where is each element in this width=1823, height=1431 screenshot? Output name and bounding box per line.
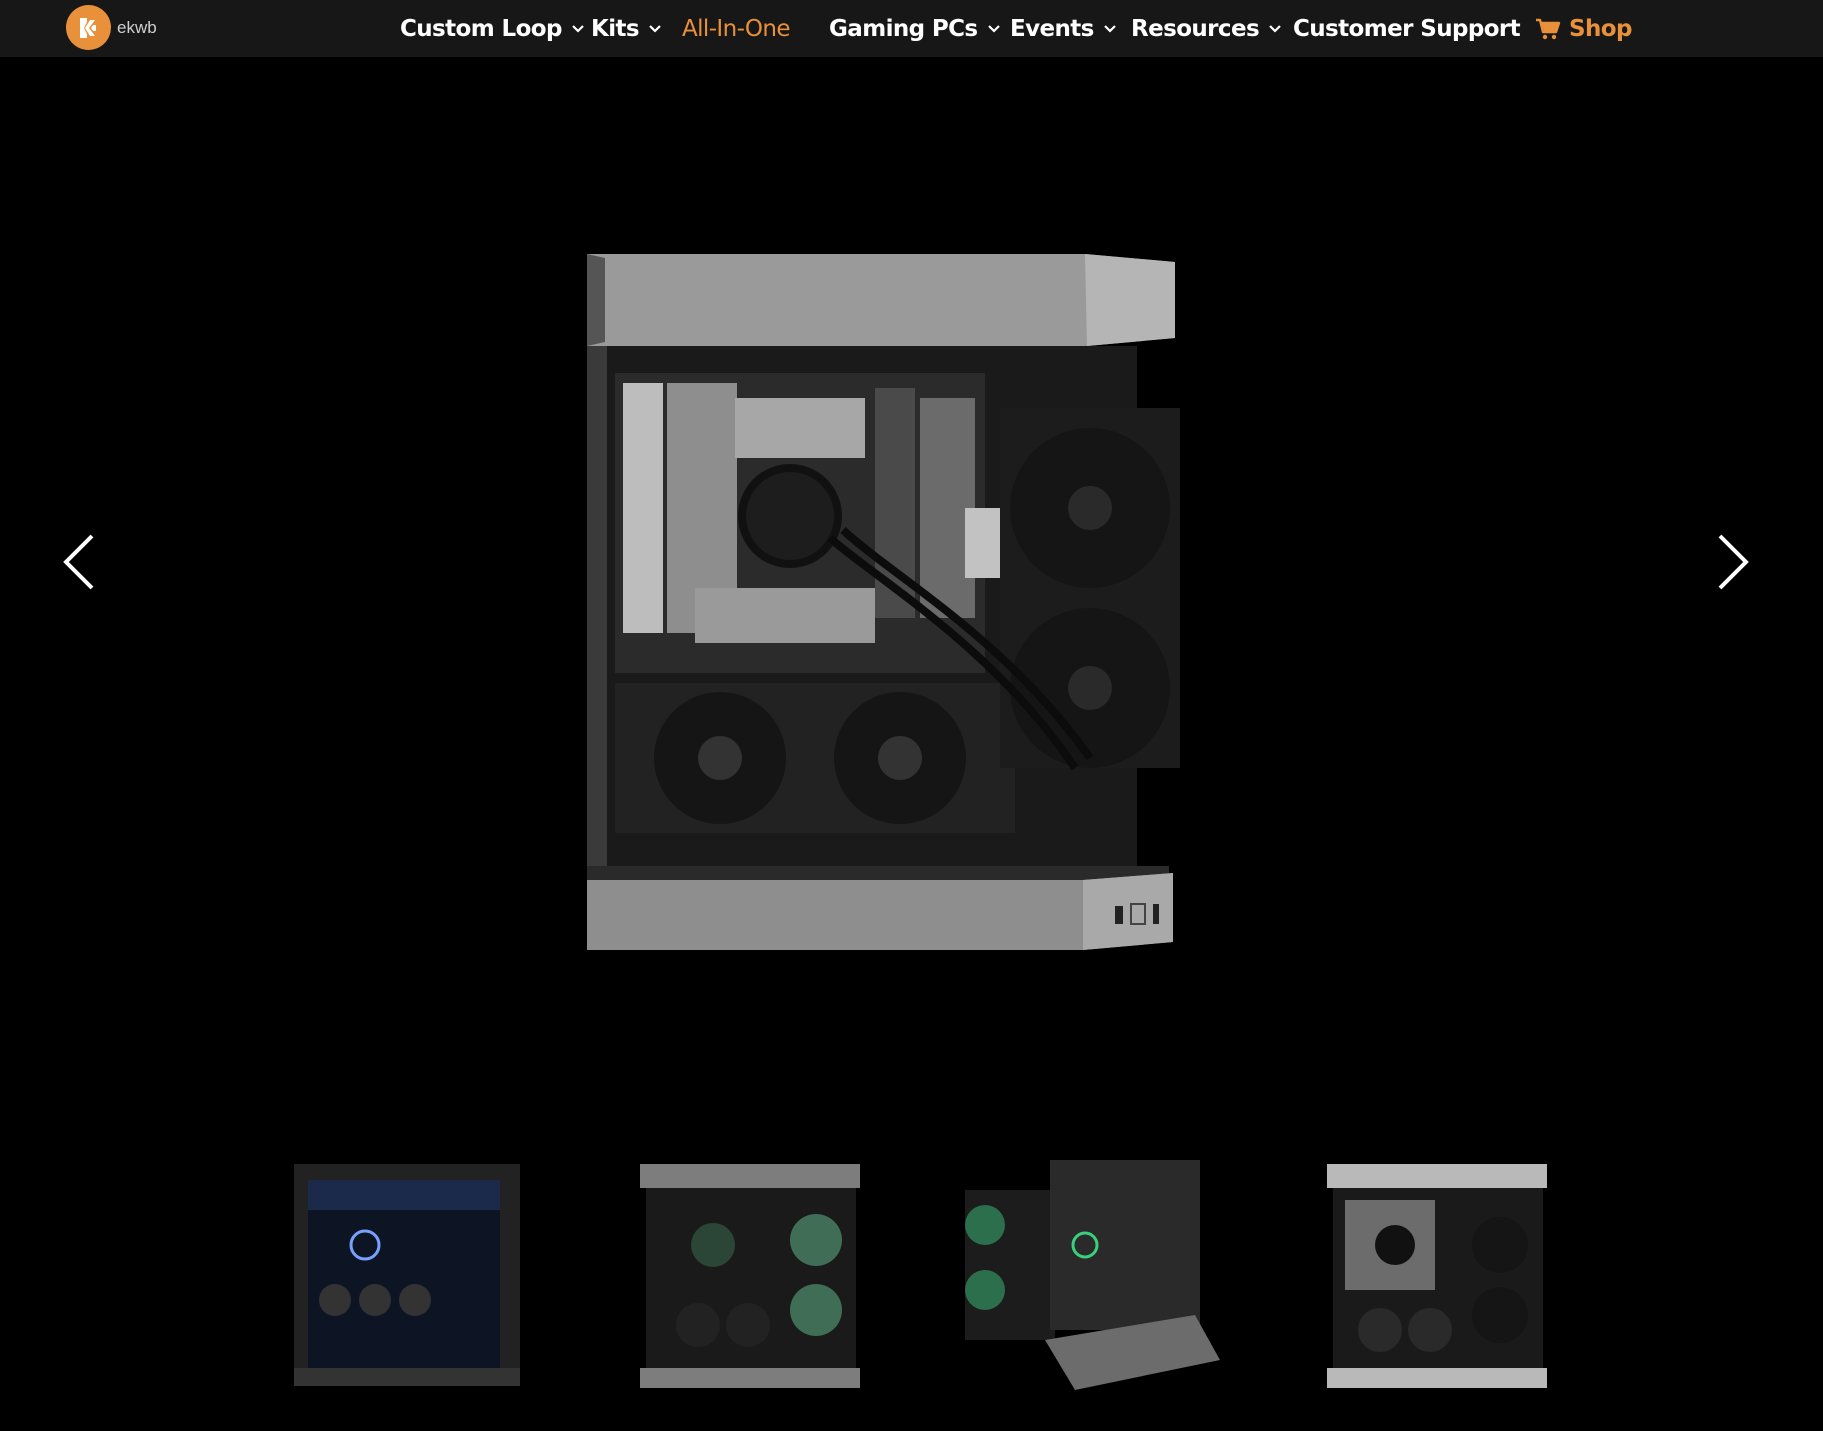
nav-item-resources[interactable]: Resources: [1131, 0, 1281, 57]
nav-item-label: Gaming PCs: [829, 15, 978, 42]
chevron-down-icon: [1103, 24, 1116, 33]
nav-item-label: All-In-One: [682, 15, 791, 42]
main-product-image: [587, 254, 1180, 950]
thumbnail-1[interactable]: [290, 1150, 525, 1400]
top-navigation-bar: ekwb Custom Loop Kits All-In-One Gaming …: [0, 0, 1823, 57]
chevron-left-icon[interactable]: [60, 532, 100, 592]
nav-item-label: Resources: [1131, 15, 1260, 42]
nav-item-label: Events: [1010, 15, 1094, 42]
chevron-down-icon: [1269, 24, 1281, 33]
thumbnail-3[interactable]: [955, 1150, 1225, 1400]
chevron-down-icon: [649, 24, 661, 33]
nav-item-customer-support[interactable]: Customer Support: [1293, 0, 1521, 57]
nav-item-gaming-pcs[interactable]: Gaming PCs: [829, 0, 1000, 57]
nav-item-label: Customer Support: [1293, 15, 1521, 42]
chevron-down-icon: [572, 24, 584, 33]
chevron-down-icon: [987, 24, 1000, 33]
shop-link[interactable]: Shop: [1535, 0, 1632, 57]
nav-item-all-in-one[interactable]: All-In-One: [682, 0, 791, 57]
brand-name: ekwb: [117, 17, 157, 37]
shop-label: Shop: [1569, 15, 1632, 42]
ekwb-logo[interactable]: ekwb: [66, 5, 157, 50]
chevron-right-icon[interactable]: [1712, 532, 1752, 592]
nav-item-kits[interactable]: Kits: [591, 0, 661, 57]
nav-item-events[interactable]: Events: [1010, 0, 1116, 57]
nav-item-label: Custom Loop: [400, 15, 562, 42]
nav-item-custom-loop[interactable]: Custom Loop: [400, 0, 584, 57]
ek-logo-icon: [66, 5, 111, 50]
thumbnail-4[interactable]: [1325, 1150, 1550, 1400]
thumbnail-2[interactable]: [638, 1150, 863, 1400]
nav-item-label: Kits: [591, 15, 640, 42]
cart-icon: [1536, 18, 1561, 39]
